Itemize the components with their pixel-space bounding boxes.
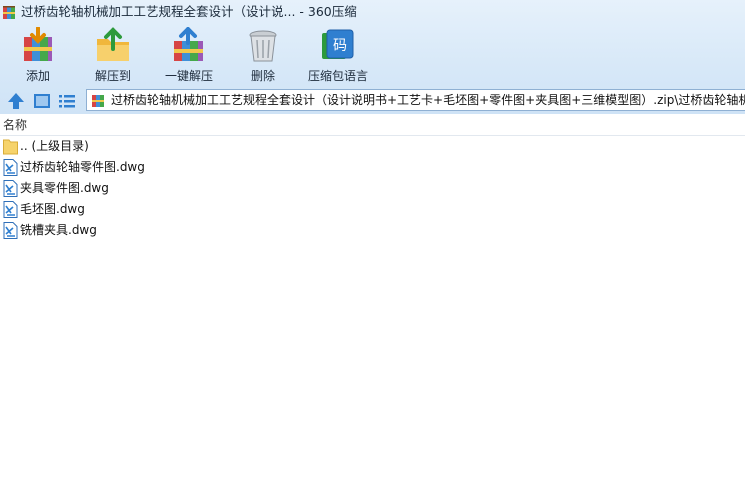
file-name: 铣槽夹具.dwg: [20, 223, 97, 237]
dwg-file-icon: [3, 201, 18, 218]
column-header-label: 名称: [3, 118, 28, 132]
file-name: 过桥齿轮轴零件图.dwg: [20, 160, 145, 174]
dwg-file-icon: [3, 222, 18, 239]
navigation-bar: 过桥齿轮轴机械加工工艺规程全套设计（设计说明书+工艺卡+毛坯图+零件图+夹具图+…: [0, 88, 745, 114]
address-bar[interactable]: 过桥齿轮轴机械加工工艺规程全套设计（设计说明书+工艺卡+毛坯图+零件图+夹具图+…: [86, 89, 745, 111]
extract-to-label: 解压到: [94, 69, 131, 83]
language-glyph: 码: [333, 38, 347, 54]
delete-button[interactable]: 删除: [244, 26, 282, 84]
archive-language-icon: 码: [322, 29, 354, 59]
archive-language-label: 压缩包语言: [307, 69, 368, 83]
folder-icon: [3, 139, 18, 155]
file-list: .. (上级目录) 过桥齿轮轴零件图.dwg 夹具零件图.dwg 毛坯图.dwg…: [0, 136, 745, 241]
list-item[interactable]: 铣槽夹具.dwg: [0, 220, 745, 241]
add-icon: [24, 27, 52, 61]
list-view-icon[interactable]: [57, 91, 77, 111]
trash-bin-icon: [249, 30, 277, 62]
window-title: 过桥齿轮轴机械加工工艺规程全套设计（设计说... - 360压缩: [21, 4, 357, 19]
column-header-name[interactable]: 名称: [0, 115, 745, 136]
list-item-parent-directory[interactable]: .. (上级目录): [0, 136, 745, 157]
file-name: 毛坯图.dwg: [20, 202, 85, 216]
list-item[interactable]: 过桥齿轮轴零件图.dwg: [0, 157, 745, 178]
add-label: 添加: [25, 69, 50, 83]
file-name: .. (上级目录): [20, 139, 89, 153]
one-click-extract-icon: [174, 27, 203, 61]
thumbnail-view-icon[interactable]: [32, 91, 52, 111]
dwg-file-icon: [3, 180, 18, 197]
add-button[interactable]: 添加: [14, 26, 62, 84]
toolbar: 添加 解压到 一键解压 删除 码 压缩包语言: [0, 24, 745, 86]
file-name: 夹具零件图.dwg: [20, 181, 109, 195]
one-click-extract-label: 一键解压: [164, 69, 213, 83]
up-arrow-icon[interactable]: [6, 91, 26, 111]
archive-books-icon: [92, 95, 104, 107]
window-chrome: 过桥齿轮轴机械加工工艺规程全套设计（设计说... - 360压缩 添加 解压到: [0, 0, 745, 114]
archive-language-button[interactable]: 码 压缩包语言: [306, 26, 370, 84]
extract-to-folder-icon: [97, 27, 129, 61]
delete-label: 删除: [250, 69, 275, 83]
one-click-extract-button[interactable]: 一键解压: [162, 26, 216, 84]
extract-to-button[interactable]: 解压到: [88, 26, 138, 84]
list-item[interactable]: 夹具零件图.dwg: [0, 178, 745, 199]
dwg-file-icon: [3, 159, 18, 176]
list-item[interactable]: 毛坯图.dwg: [0, 199, 745, 220]
title-bar[interactable]: 过桥齿轮轴机械加工工艺规程全套设计（设计说... - 360压缩: [0, 0, 745, 24]
archive-books-icon: [3, 6, 15, 19]
address-path: 过桥齿轮轴机械加工工艺规程全套设计（设计说明书+工艺卡+毛坯图+零件图+夹具图+…: [111, 93, 745, 107]
